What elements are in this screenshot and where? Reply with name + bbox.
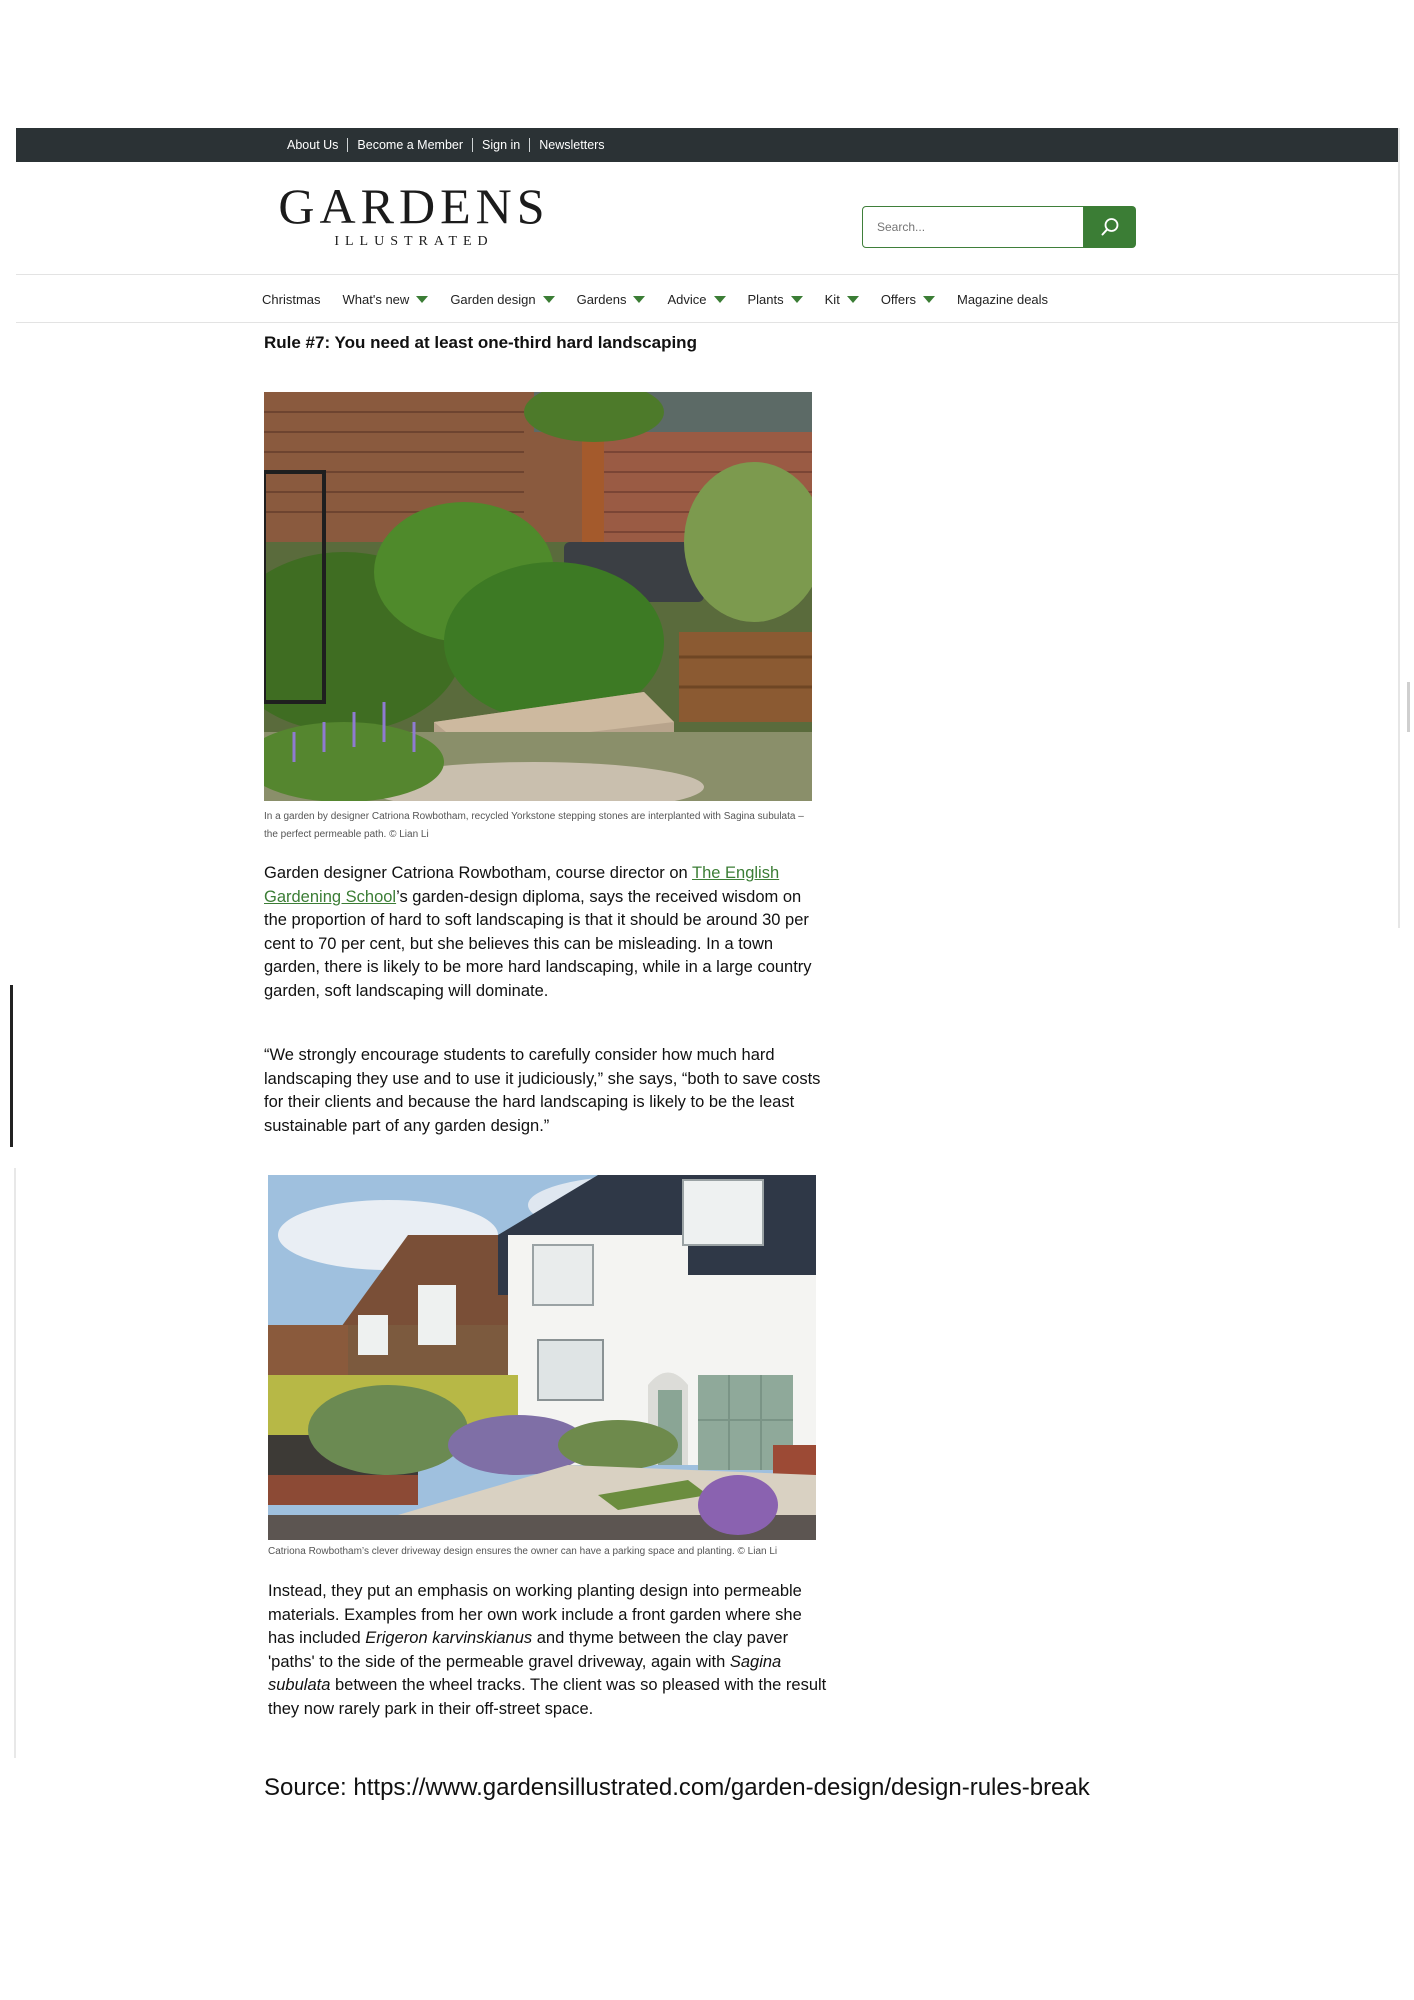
article-paragraph-3: Instead, they put an emphasis on working… xyxy=(268,1580,828,1721)
nav-item-plants[interactable]: Plants xyxy=(748,292,803,307)
article-subheading: Rule #7: You need at least one-third har… xyxy=(264,333,697,352)
article-paragraph-1: Garden designer Catriona Rowbotham, cour… xyxy=(264,862,824,1003)
nav-item-advice[interactable]: Advice xyxy=(667,291,726,307)
site-logo[interactable]: GARDENS ILLUSTRATED xyxy=(276,180,552,250)
search-icon xyxy=(1101,218,1119,236)
plant-name: Erigeron karvinskianus xyxy=(365,1629,533,1647)
nav-item-label: Advice xyxy=(667,291,707,307)
article-paragraph-2: “We strongly encourage students to caref… xyxy=(264,1046,821,1135)
nav-item-label: What's new xyxy=(342,291,410,307)
photo-caption: Catriona Rowbotham’s clever driveway des… xyxy=(268,1546,778,1557)
newsletters-link[interactable]: Newsletters xyxy=(530,138,613,152)
scrollbar-thumb[interactable] xyxy=(1407,682,1410,732)
driveway-garden-image xyxy=(268,1175,816,1540)
nav-item-label: Christmas xyxy=(262,291,321,307)
nav-item-label: Gardens xyxy=(576,291,627,307)
search-box[interactable] xyxy=(862,206,1084,248)
nav-divider xyxy=(16,322,1398,323)
caret-down-icon xyxy=(922,295,935,303)
nav-item-magazine-deals[interactable]: Magazine deals xyxy=(957,292,1048,307)
source-citation: Source: https://www.gardensillustrated.c… xyxy=(264,1774,1090,1801)
nav-item-gardens[interactable]: Gardens xyxy=(577,292,646,307)
nav-item-label: Plants xyxy=(747,291,784,307)
caret-down-icon xyxy=(416,295,429,303)
garden-photo-driveway xyxy=(268,1175,816,1540)
main-navigation: Christmas What's new Garden design Garde… xyxy=(262,280,1070,318)
about-us-link[interactable]: About Us xyxy=(278,138,347,152)
logo-wordmark: GARDENS xyxy=(278,178,550,234)
logo-subtitle: ILLUSTRATED xyxy=(334,234,494,249)
paragraph-text: Garden designer Catriona Rowbotham, cour… xyxy=(264,864,693,882)
photo-caption: In a garden by designer Catriona Rowboth… xyxy=(264,811,804,840)
header-divider xyxy=(16,274,1398,275)
caret-down-icon xyxy=(542,295,555,303)
nav-item-offers[interactable]: Offers xyxy=(881,292,935,307)
nav-item-label: Garden design xyxy=(450,291,536,307)
nav-item-garden-design[interactable]: Garden design xyxy=(450,291,555,307)
top-utility-bar: About Us Become a Member Sign in Newslet… xyxy=(16,128,1398,162)
nav-item-label: Magazine deals xyxy=(956,291,1049,307)
caret-down-icon xyxy=(633,295,646,303)
courtyard-garden-image xyxy=(264,392,812,801)
caret-down-icon xyxy=(790,295,803,303)
nav-item-kit[interactable]: Kit xyxy=(825,292,859,307)
frame-edge xyxy=(10,985,13,1147)
nav-item-label: Offers xyxy=(880,291,916,307)
nav-item-christmas[interactable]: Christmas xyxy=(262,292,321,307)
search-button[interactable] xyxy=(1084,206,1136,248)
paragraph-text: between the wheel tracks. The client was… xyxy=(268,1676,827,1718)
search-input[interactable] xyxy=(875,207,1079,247)
utility-links: About Us Become a Member Sign in Newslet… xyxy=(278,128,614,162)
garden-photo-courtyard xyxy=(264,392,812,801)
caret-down-icon xyxy=(713,295,726,303)
sign-in-link[interactable]: Sign in xyxy=(473,138,529,152)
nav-item-whats-new[interactable]: What's new xyxy=(343,292,429,307)
become-member-link[interactable]: Become a Member xyxy=(348,138,472,152)
caret-down-icon xyxy=(846,295,859,303)
nav-item-label: Kit xyxy=(824,291,840,307)
